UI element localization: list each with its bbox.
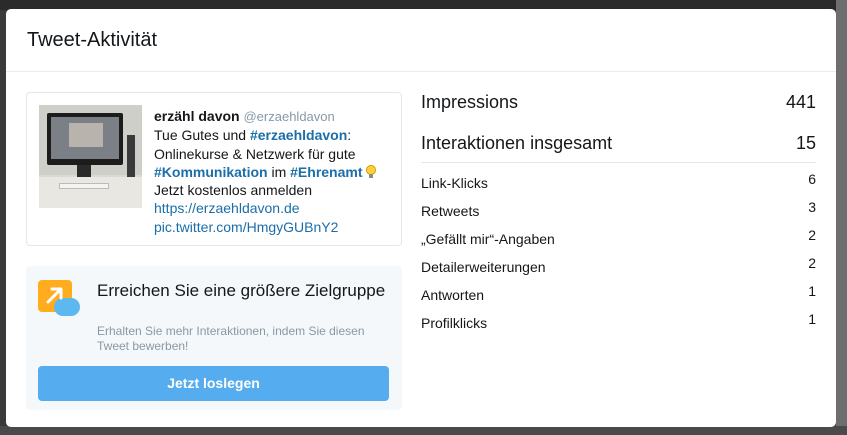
promote-chart-icon bbox=[38, 280, 82, 320]
tweet-card[interactable]: erzähl davon @erzaehldavon Tue Gutes und… bbox=[26, 92, 402, 246]
stat-label: Retweets bbox=[421, 203, 480, 219]
tweet-activity-modal: Tweet-Aktivität erzähl davon @erzaehldav… bbox=[6, 9, 836, 427]
background-page-bottom-edge bbox=[0, 426, 847, 435]
stat-label: Profilklicks bbox=[421, 315, 488, 331]
stat-label: Detailerweiterungen bbox=[421, 259, 546, 275]
stat-retweets: Retweets 3 bbox=[421, 199, 816, 229]
impressions-label: Impressions bbox=[421, 92, 519, 112]
interaction-breakdown-list: Link-Klicks 6 Retweets 3 „Gefällt mir“-A… bbox=[421, 171, 816, 341]
tweet-media-thumbnail[interactable] bbox=[39, 105, 142, 208]
stat-label: Antworten bbox=[421, 287, 485, 303]
modal-title: Tweet-Aktivität bbox=[27, 29, 158, 51]
promote-tweet-panel: Erreichen Sie eine größere Zielgruppe Er… bbox=[26, 266, 402, 410]
stat-value: 3 bbox=[808, 199, 816, 215]
stat-label: „Gefällt mir“-Angaben bbox=[421, 231, 555, 247]
tweet-text: Tue Gutes und #erzaehldavon: Onlinekurse… bbox=[154, 126, 394, 181]
lightbulb-emoji-icon bbox=[366, 164, 377, 178]
stat-interactions-total: Interaktionen insgesamt 15 bbox=[421, 133, 816, 163]
modal-header: Tweet-Aktivität bbox=[6, 9, 836, 72]
tweet-author: erzähl davon @erzaehldavon bbox=[154, 107, 394, 126]
tweet-text-line: Jetzt kostenlos anmelden bbox=[154, 182, 312, 199]
background-page-right-edge bbox=[836, 0, 847, 435]
stat-value: 6 bbox=[808, 171, 816, 187]
stat-impressions: Impressions 441 bbox=[421, 92, 816, 112]
tweet-link-website[interactable]: https://erzaehldavon.de bbox=[154, 200, 300, 216]
stat-value: 2 bbox=[808, 255, 816, 271]
stat-detail-expands: Detailerweiterungen 2 bbox=[421, 255, 816, 285]
stat-link-clicks: Link-Klicks 6 bbox=[421, 171, 816, 201]
left-column: erzähl davon @erzaehldavon Tue Gutes und… bbox=[26, 92, 402, 410]
tweet-body: erzähl davon @erzaehldavon Tue Gutes und… bbox=[154, 107, 394, 236]
stat-label: Link-Klicks bbox=[421, 175, 488, 191]
stats-column: Impressions 441 Interaktionen insgesamt … bbox=[421, 92, 816, 341]
hashtag-ehrenamt[interactable]: #Ehrenamt bbox=[290, 164, 362, 180]
interactions-value: 15 bbox=[795, 133, 816, 153]
author-name[interactable]: erzähl davon bbox=[154, 108, 240, 124]
stat-value: 2 bbox=[808, 227, 816, 243]
promo-subtitle: Erhalten Sie mehr Interaktionen, indem S… bbox=[97, 324, 365, 353]
tweet-link-pic[interactable]: pic.twitter.com/HmgyGUBnY2 bbox=[154, 219, 338, 235]
stat-likes: „Gefällt mir“-Angaben 2 bbox=[421, 227, 816, 257]
impressions-value: 441 bbox=[785, 92, 816, 112]
interactions-label: Interaktionen insgesamt bbox=[421, 133, 613, 153]
stat-profile-clicks: Profilklicks 1 bbox=[421, 311, 816, 341]
get-started-button[interactable]: Jetzt loslegen bbox=[38, 366, 389, 401]
hashtag-kommunikation[interactable]: #Kommunikation bbox=[154, 164, 268, 180]
tweet-text-part: Tue Gutes und bbox=[154, 127, 250, 144]
tweet-text-part: im bbox=[267, 163, 291, 180]
author-handle[interactable]: @erzaehldavon bbox=[243, 109, 334, 124]
stat-value: 1 bbox=[808, 283, 816, 299]
stat-value: 1 bbox=[808, 311, 816, 327]
promo-title: Erreichen Sie eine größere Zielgruppe bbox=[97, 281, 386, 300]
hashtag-erzaehldavon[interactable]: #erzaehldavon bbox=[250, 127, 347, 143]
stat-replies: Antworten 1 bbox=[421, 283, 816, 313]
